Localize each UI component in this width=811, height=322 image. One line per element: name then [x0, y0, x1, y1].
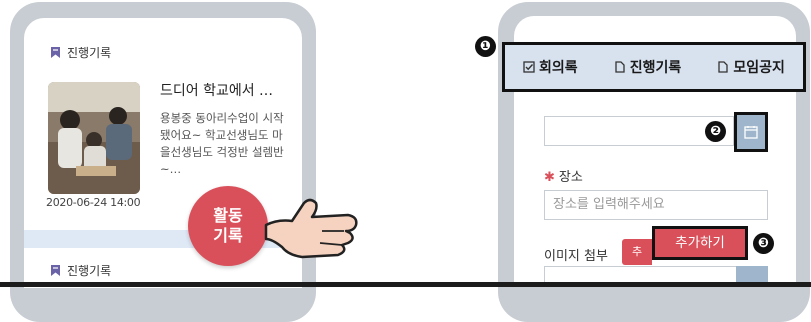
step-marker-3: ❸ [753, 233, 774, 254]
tab-meeting-minutes-label: 회의록 [539, 60, 578, 76]
calendar-button[interactable] [734, 112, 768, 152]
step-marker-2: ❷ [705, 121, 726, 142]
card-title[interactable]: 드디어 학교에서 … [160, 80, 273, 100]
place-field-label: ✱ 장소 [544, 166, 583, 185]
place-label: 장소 [558, 170, 583, 185]
pointing-hand-icon [264, 198, 358, 259]
record-type-tabs: 회의록 진행기록 모임공지 [502, 42, 806, 92]
doc-icon [718, 61, 729, 73]
step-marker-1: ❶ [475, 36, 496, 57]
section-label: 진행기록 [67, 46, 112, 60]
fab-line-1: 활동 [213, 206, 243, 225]
place-input[interactable]: 장소를 입력해주세요 [544, 190, 768, 220]
add-image-button[interactable]: 추 [622, 239, 652, 265]
tab-meeting-notice-label: 모임공지 [733, 60, 785, 76]
tab-meeting-minutes[interactable]: 회의록 [523, 57, 578, 77]
doc-icon [615, 61, 625, 73]
bottom-edge [0, 282, 811, 287]
fab-line-2: 기록 [213, 226, 243, 245]
tab-meeting-notice[interactable]: 모임공지 [717, 57, 785, 77]
card-description: 용봉중 동아리수업이 시작됐어요~ 학교선생님도 마을선생님도 걱정반 설렘반~… [160, 111, 284, 176]
required-asterisk: ✱ [544, 170, 555, 185]
tab-progress-record[interactable]: 진행기록 [614, 57, 682, 77]
section-label-2: 진행기록 [67, 264, 112, 278]
checkbox-icon [523, 61, 535, 73]
tab-progress-record-label: 진행기록 [629, 60, 682, 76]
image-attach-label: 이미지 첨부 [544, 249, 608, 264]
activity-record-button[interactable]: 활동 기록 [188, 186, 268, 266]
card-photo[interactable] [48, 82, 140, 194]
section-header-progress: 진행기록 [50, 44, 111, 61]
add-button[interactable]: 추가하기 [652, 226, 748, 260]
card-date: 2020-06-24 14:00 [46, 196, 141, 209]
bookmark-icon [51, 265, 60, 276]
section-header-progress-2: 진행기록 [50, 262, 111, 279]
calendar-icon [744, 126, 758, 139]
bookmark-icon [51, 47, 60, 58]
classroom-photo-image [48, 82, 140, 194]
